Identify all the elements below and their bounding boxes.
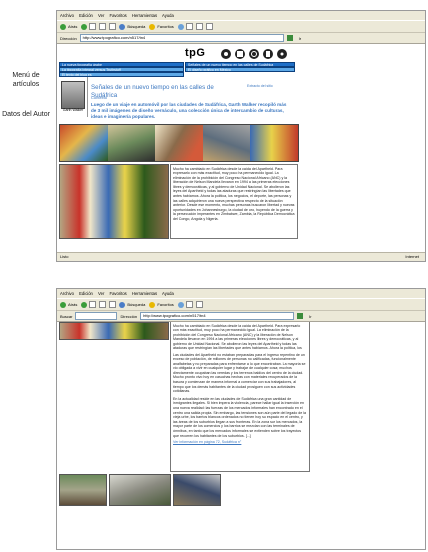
article-text-column: Mucho ha cambiado en Sudáfrica desde la … (170, 322, 310, 472)
home-icon[interactable] (109, 23, 117, 30)
home-icon-2[interactable] (109, 301, 117, 308)
status-text: Listo (60, 254, 69, 259)
mail-icon-2[interactable] (185, 301, 193, 308)
logo-circle-icons (221, 49, 287, 59)
photo-wall-mural (155, 125, 203, 161)
menu-archivo-2[interactable]: Archivo (60, 291, 74, 296)
article-paragraph-1: Mucho ha cambiado en Sudáfrica desde la … (170, 164, 298, 239)
article-paragraph-2: Las ciudades del Apartheid no estaban pr… (173, 352, 306, 394)
article-lead: Luego de un viaje en automóvil por las c… (91, 102, 287, 119)
back-arrow-icon[interactable] (60, 23, 66, 30)
article-paragraph-1-tail: Mucho ha cambiado en Sudáfrica desde la … (173, 323, 302, 350)
menu-ver-2[interactable]: Ver (98, 291, 104, 296)
photo-strip (59, 124, 299, 162)
article-section: Contexto (91, 95, 108, 100)
address-bar-2: Buscar Dirección http://www.tpografico.c… (57, 311, 425, 322)
history-icon-2[interactable] (177, 301, 184, 308)
print-icon[interactable] (195, 23, 203, 30)
menu-archivo[interactable]: Archivo (60, 13, 74, 18)
menu-item-design-mexico[interactable]: El diseño gráfico en México (185, 67, 295, 72)
search-label-2: Buscar (60, 313, 73, 319)
menu-bar-2: Archivo Edición Ver Favoritos Herramient… (57, 289, 425, 298)
search-input-2[interactable] (75, 312, 118, 320)
photo-painted-shop (60, 125, 108, 161)
article-byline: Extracto del sitio (247, 84, 273, 88)
author-photo (61, 81, 85, 109)
stop-icon[interactable] (89, 23, 97, 30)
history-icon[interactable] (177, 23, 184, 30)
favorites-star-icon[interactable] (149, 23, 156, 30)
photo-motorbike-grave (173, 474, 221, 506)
photo-tombstone (109, 474, 171, 506)
site-logo: tpG (185, 47, 206, 59)
back-button-2[interactable]: Atrás (68, 302, 77, 307)
menu-edicion[interactable]: Edición (79, 13, 93, 18)
toolbar-2: Atrás Búsqueda Favoritos (57, 298, 425, 311)
go-button-2[interactable]: Ir (309, 314, 311, 319)
address-label: Dirección (60, 35, 77, 41)
author-divider (87, 77, 88, 117)
toolbar: Atrás Búsqueda Favoritos (57, 20, 425, 33)
status-zone: Internet (405, 254, 419, 259)
favorites-star-icon-2[interactable] (149, 301, 156, 308)
menu-ayuda[interactable]: Ayuda (162, 13, 174, 18)
address-input[interactable]: http://www.tpografico.com/n517/tn4 (79, 34, 284, 42)
print-icon-2[interactable] (195, 301, 203, 308)
go-button[interactable]: Ir (299, 36, 301, 41)
menu-edicion-2[interactable]: Edición (79, 291, 93, 296)
article-paragraph-3: En la actualidad reside en las ciudades … (173, 396, 307, 438)
mail-icon[interactable] (185, 23, 193, 30)
favorites-button[interactable]: Favoritos (157, 24, 173, 29)
forward-arrow-icon-2[interactable] (81, 301, 88, 308)
search-icon[interactable] (119, 23, 126, 30)
stop-icon-2[interactable] (89, 301, 97, 308)
author-annotation-label: Datos del Autor (2, 111, 50, 118)
back-button[interactable]: Atrás (68, 24, 77, 29)
address-input-2[interactable]: http://www.tpografico.com/n517/tn4 (140, 312, 295, 320)
photo-figures-wall (59, 164, 169, 239)
article-more-link[interactable]: Ver información en página 72, Sudáfrica … (173, 440, 307, 445)
favorites-button-2[interactable]: Favoritos (157, 302, 173, 307)
address-label-2: Dirección (120, 313, 138, 319)
photo-street-stall (202, 125, 251, 161)
menu-herramientas[interactable]: Herramientas (132, 13, 157, 18)
photo-graves (59, 474, 107, 506)
menu-favoritos-2[interactable]: Favoritos (110, 291, 127, 296)
browser-window-top: Archivo Edición Ver Favoritos Herramient… (56, 10, 426, 262)
menu-ver[interactable]: Ver (98, 13, 104, 18)
photo-hair-salon-sign (107, 125, 156, 161)
search-icon-2[interactable] (119, 301, 126, 308)
refresh-icon[interactable] (99, 23, 107, 30)
page-content-2: Mucho ha cambiado en Sudáfrica desde la … (57, 322, 425, 549)
go-arrow-icon-2[interactable] (297, 313, 304, 319)
menu-favoritos[interactable]: Favoritos (110, 13, 127, 18)
back-arrow-icon-2[interactable] (60, 301, 66, 308)
refresh-icon-2[interactable] (99, 301, 107, 308)
photo-figures-wall-scrolled (59, 322, 169, 340)
status-bar: Listo Internet (57, 252, 425, 261)
go-arrow-icon[interactable] (286, 35, 293, 41)
menu-herramientas-2[interactable]: Herramientas (132, 291, 157, 296)
menu-annotation-label: Menú de artículos (12, 72, 40, 88)
photo-painted-figures (250, 125, 298, 161)
search-button-2[interactable]: Búsqueda (127, 302, 145, 307)
author-caption: Garth Walker (62, 108, 84, 112)
page-content: tpG La nueva tipografía árabe Señales de… (57, 44, 425, 258)
article-title: Señales de un nuevo tiempo en las calles… (91, 84, 214, 99)
search-button[interactable]: Búsqueda (127, 24, 145, 29)
menu-bar: Archivo Edición Ver Favoritos Herramient… (57, 11, 425, 20)
address-bar: Dirección http://www.tpografico.com/n517… (57, 33, 425, 44)
menu-item-blog-text[interactable]: El texto del blog es (59, 72, 184, 77)
browser-window-bottom: Archivo Edición Ver Favoritos Herramient… (56, 288, 426, 550)
menu-ayuda-2[interactable]: Ayuda (162, 291, 174, 296)
forward-arrow-icon[interactable] (81, 23, 88, 30)
edit-icon[interactable] (205, 23, 213, 30)
